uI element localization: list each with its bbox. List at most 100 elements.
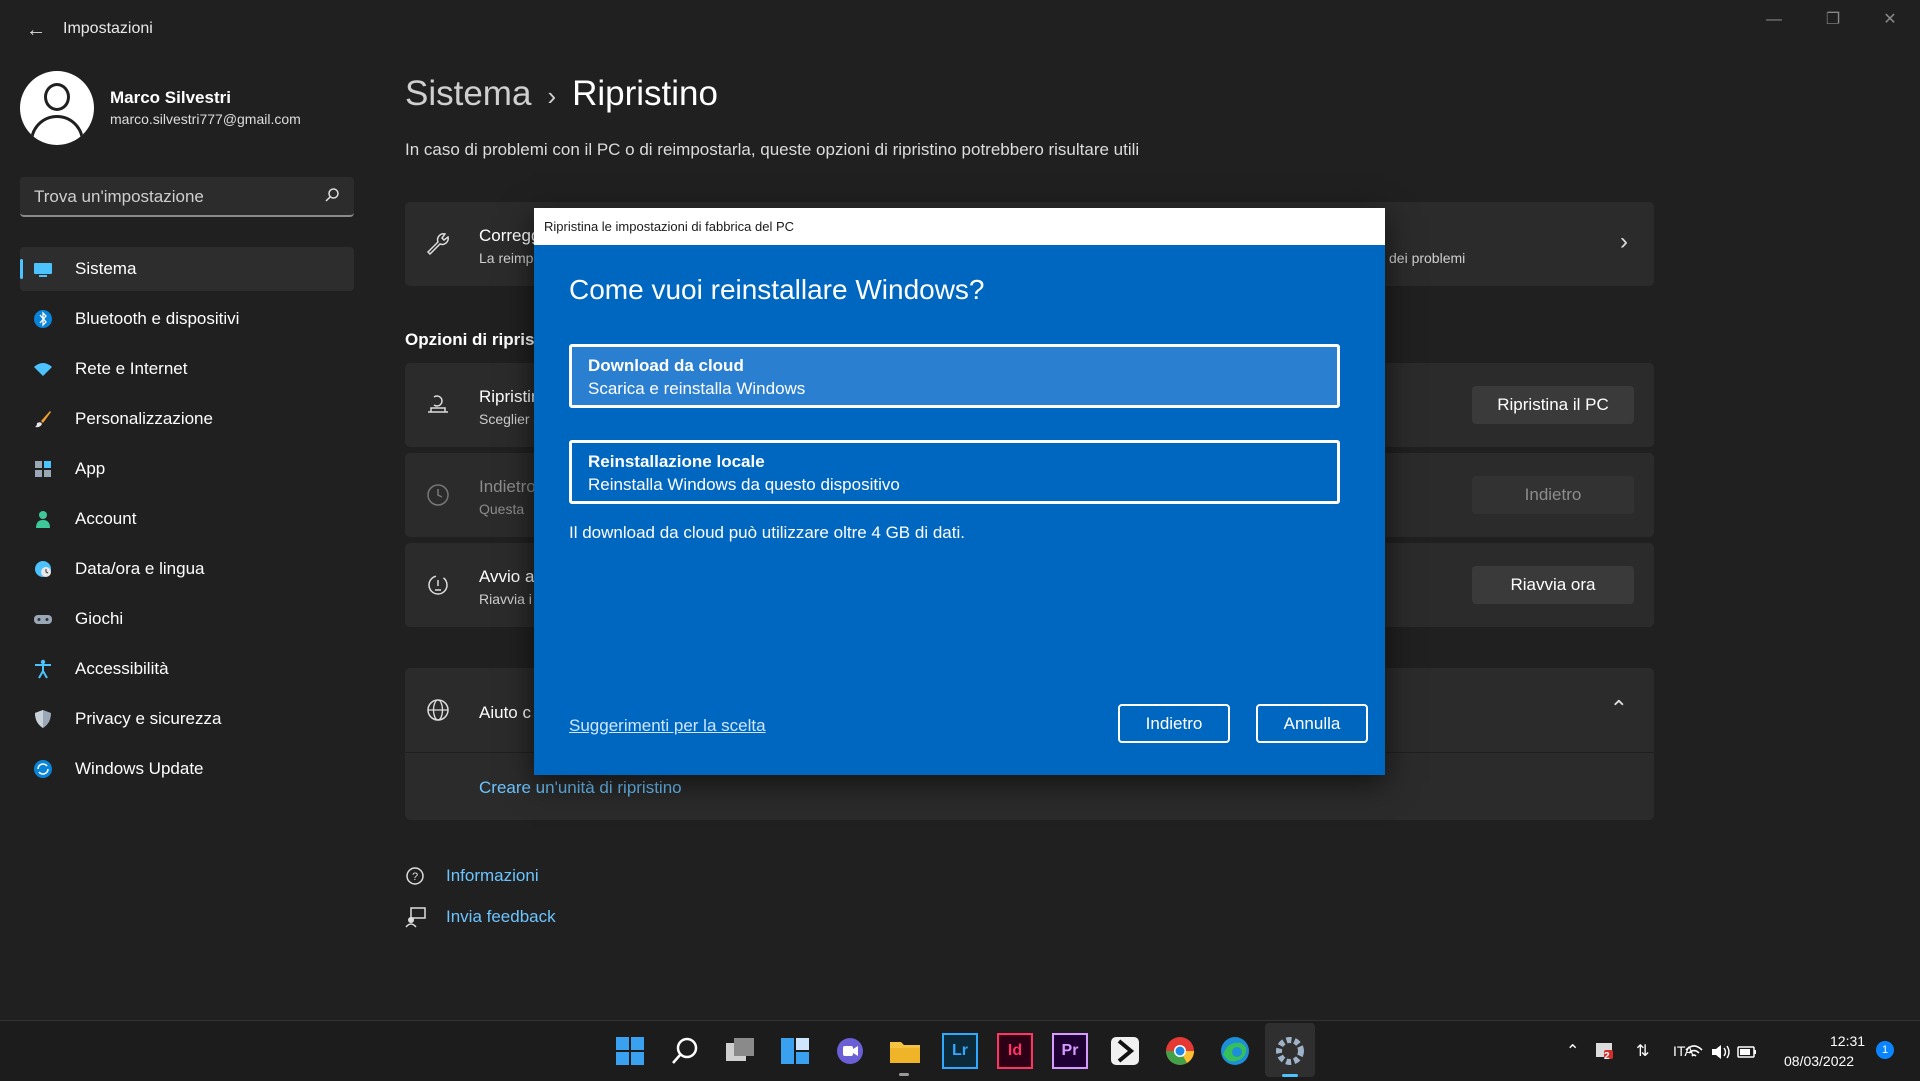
sidebar-item-sistema[interactable]: Sistema xyxy=(20,247,354,291)
indesign-icon[interactable]: Id xyxy=(997,1033,1033,1069)
sidebar-item-personalizzazione[interactable]: Personalizzazione xyxy=(20,397,354,441)
advanced-startup-icon xyxy=(428,575,448,595)
chevron-right-icon: › xyxy=(547,81,557,111)
search-icon[interactable] xyxy=(668,1033,704,1069)
section-label: Opzioni di riprist xyxy=(405,330,541,349)
person-icon xyxy=(36,511,50,528)
breadcrumb-parent[interactable]: Sistema xyxy=(405,74,531,113)
task-view-icon[interactable] xyxy=(722,1033,758,1069)
wrench-icon xyxy=(426,233,449,256)
user-name: Marco Silvestri xyxy=(110,88,231,107)
mixer-icon[interactable]: ⇅ xyxy=(1636,1041,1649,1061)
widgets-icon[interactable] xyxy=(777,1033,813,1069)
title-bar: ← Impostazioni — ❐ ✕ xyxy=(0,0,1920,60)
reset-pc-button[interactable]: Ripristina il PC xyxy=(1472,386,1634,424)
app-title: Impostazioni xyxy=(63,20,153,37)
info-link[interactable]: Informazioni xyxy=(446,866,539,886)
app-icon[interactable] xyxy=(1107,1033,1143,1069)
option-title: Download da cloud xyxy=(588,356,744,375)
card-title: Corregg xyxy=(479,226,541,245)
cloud-download-option[interactable]: Download da cloud Scarica e reinstalla W… xyxy=(569,344,1340,408)
sidebar-item-label: Giochi xyxy=(75,609,124,628)
page-title: Ripristino xyxy=(572,74,718,113)
settings-icon[interactable] xyxy=(1272,1033,1308,1069)
card-title: Indietro xyxy=(479,477,536,496)
minimize-button[interactable]: — xyxy=(1751,8,1797,32)
sidebar-item-app[interactable]: App xyxy=(20,447,354,491)
option-title: Reinstallazione locale xyxy=(588,452,765,471)
page-subtitle: In caso di problemi con il PC o di reimp… xyxy=(405,140,1140,159)
dialog-titlebar: Ripristina le impostazioni di fabbrica d… xyxy=(534,208,1385,245)
sidebar-item-label: Windows Update xyxy=(75,759,204,778)
sidebar-item-label: Privacy e sicurezza xyxy=(75,709,222,728)
sidebar-item-privacy[interactable]: Privacy e sicurezza xyxy=(20,697,354,741)
feedback-icon xyxy=(405,907,426,928)
sidebar-item-bluetooth[interactable]: Bluetooth e dispositivi xyxy=(20,297,354,341)
dialog-cancel-button[interactable]: Annulla xyxy=(1256,704,1368,743)
clock-time[interactable]: 12:31 xyxy=(1830,1033,1865,1049)
sidebar-item-label: Personalizzazione xyxy=(75,409,213,428)
globe-clock-icon xyxy=(35,561,51,577)
chevron-up-icon[interactable]: ⌃ xyxy=(1566,1041,1579,1061)
sidebar-item-label: Rete e Internet xyxy=(75,359,188,378)
search-box[interactable] xyxy=(20,177,354,217)
sidebar-item-data-ora[interactable]: Data/ora e lingua xyxy=(20,547,354,591)
wifi-icon xyxy=(34,363,52,376)
windows-start-icon[interactable] xyxy=(612,1033,648,1069)
card-subtitle: La reimp xyxy=(479,250,534,266)
search-icon[interactable] xyxy=(324,187,340,203)
chevron-right-icon: › xyxy=(1620,228,1628,255)
create-recovery-drive-link[interactable]: Creare un'unità di ripristino xyxy=(479,778,682,798)
chat-icon[interactable] xyxy=(832,1033,868,1069)
edge-icon[interactable] xyxy=(1217,1033,1253,1069)
dialog-note: Il download da cloud può utilizzare oltr… xyxy=(569,523,965,542)
clock-date[interactable]: 08/03/2022 xyxy=(1784,1053,1854,1069)
card-subtitle-right: dei problemi xyxy=(1389,250,1466,266)
option-subtitle: Reinstalla Windows da questo dispositivo xyxy=(588,475,900,494)
avatar[interactable] xyxy=(20,71,94,145)
sidebar-item-label: Account xyxy=(75,509,137,528)
sidebar-item-rete[interactable]: Rete e Internet xyxy=(20,347,354,391)
sidebar-item-label: App xyxy=(75,459,106,478)
sidebar-item-label: Bluetooth e dispositivi xyxy=(75,309,240,328)
breadcrumb: Sistema › Ripristino xyxy=(405,74,718,114)
dialog-title: Ripristina le impostazioni di fabbrica d… xyxy=(544,219,795,234)
chrome-icon[interactable] xyxy=(1162,1033,1198,1069)
go-back-button: Indietro xyxy=(1472,476,1634,514)
search-input[interactable] xyxy=(32,185,316,209)
card-subtitle: Riavvia i xyxy=(479,591,532,607)
restore-button[interactable]: ❐ xyxy=(1810,8,1856,32)
option-subtitle: Scarica e reinstalla Windows xyxy=(588,379,806,398)
card-title: Avvio a xyxy=(479,567,535,586)
file-explorer-icon[interactable] xyxy=(887,1033,923,1069)
gamepad-icon xyxy=(34,615,52,624)
feedback-link[interactable]: Invia feedback xyxy=(446,907,556,927)
back-arrow-icon[interactable]: ← xyxy=(22,18,50,42)
accessibility-icon xyxy=(35,659,51,679)
taskbar: Lr Id Pr ⌃ 2 ⇅ ITA 12:31 08/03/2022 1 xyxy=(0,1020,1920,1081)
chevron-up-icon[interactable]: ⌃ xyxy=(1610,696,1628,722)
close-button[interactable]: ✕ xyxy=(1867,8,1913,32)
sidebar-item-accessibilita[interactable]: Accessibilità xyxy=(20,647,354,691)
card-title: Aiuto c xyxy=(479,703,531,722)
lightroom-icon[interactable]: Lr xyxy=(942,1033,978,1069)
sidebar-item-giochi[interactable]: Giochi xyxy=(20,597,354,641)
shield-icon xyxy=(35,710,51,728)
sidebar-item-account[interactable]: Account xyxy=(20,497,354,541)
card-subtitle: Sceglier xyxy=(479,411,530,427)
dialog-back-button[interactable]: Indietro xyxy=(1118,704,1230,743)
sidebar-item-windows-update[interactable]: Windows Update xyxy=(20,747,354,791)
premiere-icon[interactable]: Pr xyxy=(1052,1033,1088,1069)
help-choice-link[interactable]: Suggerimenti per la scelta xyxy=(569,716,766,736)
card-title: Ripristin xyxy=(479,387,541,406)
restart-now-button[interactable]: Riavvia ora xyxy=(1472,566,1634,604)
globe-help-icon xyxy=(427,699,449,721)
tray-status-icons[interactable] xyxy=(1684,1041,1760,1063)
brush-icon xyxy=(35,411,51,428)
local-reinstall-option[interactable]: Reinstallazione locale Reinstalla Window… xyxy=(569,440,1340,504)
sidebar-item-label: Data/ora e lingua xyxy=(75,559,205,578)
update-icon xyxy=(34,760,52,778)
tray-badge: 2 xyxy=(1604,1051,1610,1062)
notification-count-badge[interactable]: 1 xyxy=(1876,1041,1894,1059)
history-icon xyxy=(427,484,449,506)
